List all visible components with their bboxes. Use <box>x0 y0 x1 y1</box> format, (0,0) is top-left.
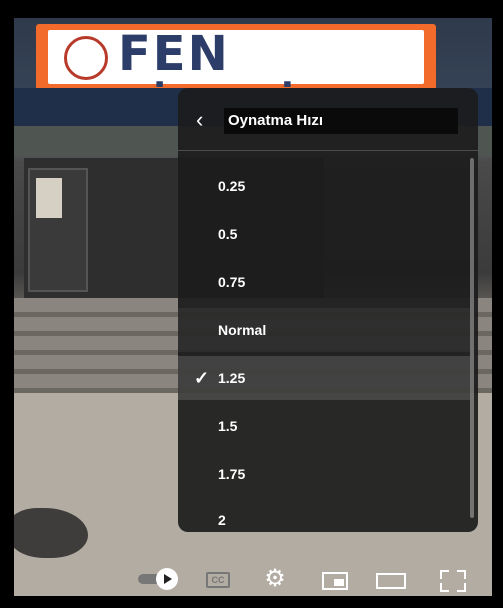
miniplayer-icon[interactable] <box>320 566 350 592</box>
menu-divider <box>178 150 478 151</box>
video-player-frame: FEN LİSESİ ‹ Oynatma Hızı 0.25 0.5 0.75 … <box>0 0 503 608</box>
menu-header[interactable]: ‹ Oynatma Hızı <box>178 102 478 142</box>
speed-option-label: 0.75 <box>218 274 246 290</box>
speed-option-0-25[interactable]: 0.25 <box>178 164 470 208</box>
speed-option-2[interactable]: 2 <box>178 498 470 532</box>
menu-scrollbar[interactable] <box>470 158 474 518</box>
fullscreen-icon[interactable] <box>440 566 466 592</box>
speed-option-label: 1.5 <box>218 418 238 434</box>
speed-option-label: 0.25 <box>218 178 246 194</box>
speed-option-label: 1.75 <box>218 466 246 482</box>
speed-option-label: 1.25 <box>218 370 246 386</box>
door-poster <box>36 178 62 218</box>
playback-speed-menu: ‹ Oynatma Hızı 0.25 0.5 0.75 Normal ✓ 1.… <box>178 88 478 532</box>
cc-icon: CC <box>206 572 230 588</box>
speed-option-1-25[interactable]: ✓ 1.25 <box>178 356 470 400</box>
theater-mode-icon[interactable] <box>376 566 406 592</box>
captions-button[interactable]: CC <box>206 566 232 592</box>
menu-title: Oynatma Hızı <box>224 108 458 134</box>
checkmark-icon: ✓ <box>194 368 210 388</box>
speed-option-normal[interactable]: Normal <box>178 308 470 352</box>
speed-option-label: 2 <box>218 512 226 528</box>
speed-option-0-75[interactable]: 0.75 <box>178 260 470 304</box>
autoplay-toggle-icon[interactable] <box>138 566 180 592</box>
gear-icon[interactable]: ⚙ <box>262 566 288 592</box>
player-controls: CC ⚙ <box>14 562 492 596</box>
speed-option-1-75[interactable]: 1.75 <box>178 452 470 496</box>
speed-option-label: Normal <box>218 322 267 338</box>
school-emblem-icon <box>64 36 108 80</box>
speed-option-label: 0.5 <box>218 226 238 242</box>
speed-option-1-5[interactable]: 1.5 <box>178 404 470 448</box>
speed-option-0-5[interactable]: 0.5 <box>178 212 470 256</box>
building-sign: FEN LİSESİ <box>36 24 436 138</box>
chevron-left-icon[interactable]: ‹ <box>196 109 216 131</box>
